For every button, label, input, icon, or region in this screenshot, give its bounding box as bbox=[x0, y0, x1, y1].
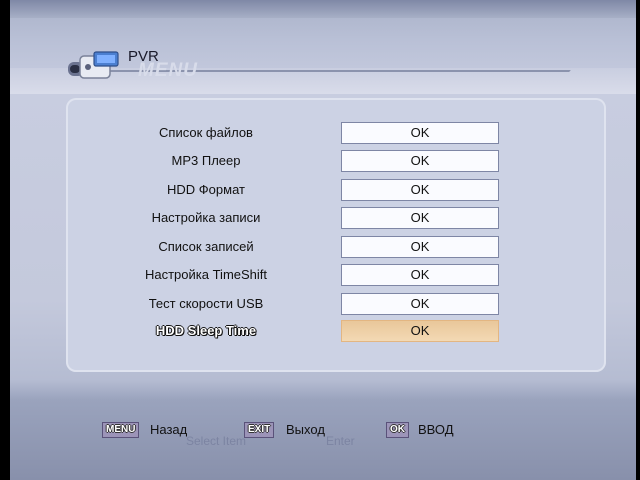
menu-row-mp3-player[interactable]: MP3 Плеер OK bbox=[66, 150, 606, 174]
menu-item-ok-button[interactable]: OK bbox=[341, 179, 499, 201]
menu-row-record-settings[interactable]: Настройка записи OK bbox=[66, 207, 606, 231]
menu-item-ok-button[interactable]: OK bbox=[341, 150, 499, 172]
menu-item-label: Настройка записи bbox=[151, 210, 261, 225]
menu-panel: Список файлов OK MP3 Плеер OK HDD Формат… bbox=[66, 98, 606, 372]
menu-item-ok-button[interactable]: OK bbox=[341, 264, 499, 286]
menu-row-usb-speed-test[interactable]: Тест скорости USB OK bbox=[66, 293, 606, 317]
tv-screen: PVR MENU Список файлов OK MP3 Плеер OK H… bbox=[10, 0, 636, 480]
menu-row-record-list[interactable]: Список записей OK bbox=[66, 236, 606, 260]
exit-key-icon: EXIT bbox=[244, 422, 275, 438]
menu-item-ok-button[interactable]: OK bbox=[341, 293, 499, 315]
ok-key-icon: OK bbox=[386, 422, 409, 438]
menu-item-label: Список записей bbox=[158, 239, 254, 254]
menu-row-hdd-sleep-time[interactable]: HDD Sleep Time OK bbox=[66, 320, 606, 344]
ghost-title: MENU bbox=[138, 60, 198, 81]
menu-key-icon: MENU bbox=[102, 422, 140, 438]
camcorder-icon bbox=[68, 51, 119, 79]
menu-item-ok-button[interactable]: OK bbox=[341, 207, 499, 229]
menu-item-ok-button[interactable]: OK bbox=[341, 320, 499, 342]
ghost-hint-select: Select Item bbox=[186, 434, 247, 448]
menu-item-label: HDD Sleep Time bbox=[155, 323, 257, 338]
top-stripe bbox=[10, 0, 636, 18]
menu-item-ok-button[interactable]: OK bbox=[341, 122, 499, 144]
menu-row-hdd-format[interactable]: HDD Формат OK bbox=[66, 179, 606, 203]
menu-item-label: Список файлов bbox=[159, 125, 253, 140]
ok-key-label: ВВОД bbox=[418, 422, 454, 437]
footer-hints: Select Item Enter MENU Назад EXIT Выход … bbox=[10, 418, 636, 458]
menu-row-file-list[interactable]: Список файлов OK bbox=[66, 122, 606, 146]
menu-row-timeshift-settings[interactable]: Настройка TimeShift OK bbox=[66, 264, 606, 288]
menu-key-label: Назад bbox=[150, 422, 188, 437]
ghost-hint-enter: Enter bbox=[326, 434, 355, 448]
menu-item-label: HDD Формат bbox=[167, 182, 245, 197]
exit-key-label: Выход bbox=[286, 422, 325, 437]
menu-item-label: Настройка TimeShift bbox=[144, 267, 268, 282]
menu-item-label: Тест скорости USB bbox=[148, 296, 264, 311]
menu-item-label: MP3 Плеер bbox=[171, 153, 241, 168]
menu-item-ok-button[interactable]: OK bbox=[341, 236, 499, 258]
